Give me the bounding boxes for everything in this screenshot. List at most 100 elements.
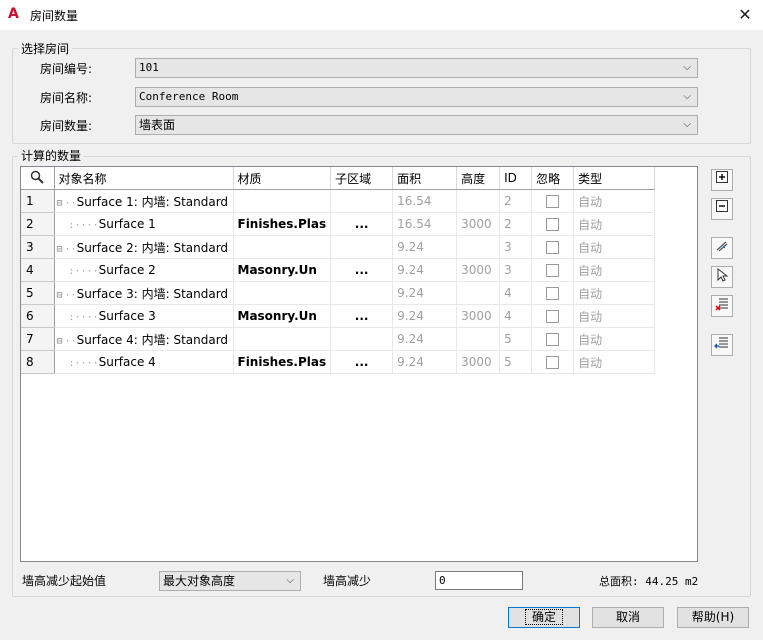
expand-all-button[interactable]: [711, 169, 733, 191]
wall-reduce-label: 墙高减少: [323, 574, 372, 588]
wall-reduce-start-combo[interactable]: 最大对象高度 ⌵: [159, 571, 301, 591]
room-quantity-combo[interactable]: 墙表面 ⌵: [135, 115, 698, 135]
close-button[interactable]: ✕: [731, 4, 759, 26]
row-number[interactable]: 3: [21, 235, 55, 259]
row-number[interactable]: 1: [21, 189, 55, 213]
table-row[interactable]: 7 ⊟ ··Surface 4: 内墙: Standard 9.24 5 自动: [21, 327, 656, 351]
ignore-checkbox[interactable]: [546, 218, 560, 231]
cell-object-name[interactable]: ⊟ ··Surface 1: 内墙: Standard: [54, 189, 234, 213]
table-row[interactable]: 6:····Surface 3 Masonry.Un... 9.24 3000 4 自动: [21, 304, 656, 328]
cell-ignore[interactable]: [531, 281, 575, 305]
cell-subregion[interactable]: ...: [330, 212, 394, 236]
cell-object-name[interactable]: ⊟ ··Surface 2: 内墙: Standard: [54, 235, 234, 259]
col-header-name[interactable]: 对象名称: [54, 167, 234, 190]
insert-row-button[interactable]: [711, 334, 733, 356]
cell-ignore[interactable]: [531, 327, 575, 351]
col-header-type[interactable]: 类型: [573, 167, 656, 190]
cell-object-name[interactable]: :····Surface 2: [54, 258, 234, 282]
quantity-grid[interactable]: 对象名称 材质 子区域 面积 高度 ID 忽略 类型 1 ⊟ ··Surface 1…: [20, 166, 698, 562]
collapse-all-button[interactable]: [711, 198, 733, 220]
table-row[interactable]: 3 ⊟ ··Surface 2: 内墙: Standard 9.24 3 自动: [21, 235, 656, 259]
col-header-material[interactable]: 材质: [233, 167, 332, 190]
cell-material[interactable]: [233, 189, 332, 213]
cell-material[interactable]: Masonry.Un: [233, 258, 332, 282]
col-header-subregion[interactable]: 子区域: [330, 167, 394, 190]
room-quantity-label: 房间数量:: [40, 119, 93, 133]
ignore-checkbox[interactable]: [546, 195, 560, 208]
select-surface-button[interactable]: [711, 237, 733, 259]
cell-ignore[interactable]: [531, 304, 575, 328]
object-name-text: Surface 1: [98, 217, 156, 231]
cell-type: 自动: [573, 350, 656, 374]
ok-button[interactable]: 确定: [508, 607, 580, 628]
tree-line: ··: [64, 197, 77, 209]
row-number[interactable]: 5: [21, 281, 55, 305]
room-number-combo[interactable]: 101 ⌵: [135, 58, 698, 78]
ignore-checkbox[interactable]: [546, 356, 560, 369]
table-row[interactable]: 1 ⊟ ··Surface 1: 内墙: Standard 16.54 2 自动: [21, 189, 656, 213]
ignore-checkbox[interactable]: [546, 264, 560, 277]
pick-object-button[interactable]: [711, 266, 733, 288]
cell-id: 3: [499, 235, 533, 259]
cell-object-name[interactable]: ⊟ ··Surface 3: 内墙: Standard: [54, 281, 234, 305]
cell-material[interactable]: [233, 235, 332, 259]
cell-ignore[interactable]: [531, 258, 575, 282]
collapse-node-icon[interactable]: ⊟: [57, 244, 63, 255]
delete-row-button[interactable]: [711, 295, 733, 317]
cell-ignore[interactable]: [531, 235, 575, 259]
cell-object-name[interactable]: ⊟ ··Surface 4: 内墙: Standard: [54, 327, 234, 351]
ignore-checkbox[interactable]: [546, 333, 560, 346]
row-number[interactable]: 7: [21, 327, 55, 351]
cell-subregion[interactable]: [330, 235, 394, 259]
col-header-height[interactable]: 高度: [456, 167, 501, 190]
row-number[interactable]: 8: [21, 350, 55, 374]
cell-object-name[interactable]: :····Surface 4: [54, 350, 234, 374]
table-row[interactable]: 4:····Surface 2 Masonry.Un... 9.24 3000 3 自动: [21, 258, 656, 282]
search-icon[interactable]: [21, 167, 55, 190]
autocad-logo-icon: A: [8, 6, 19, 22]
wall-reduce-input[interactable]: 0: [435, 571, 523, 590]
collapse-node-icon[interactable]: ⊟: [57, 336, 63, 347]
help-button[interactable]: 帮助(H): [677, 607, 749, 628]
ignore-checkbox[interactable]: [546, 287, 560, 300]
table-row[interactable]: 8:····Surface 4 Finishes.Plas... 9.24 3000 5…: [21, 350, 656, 374]
col-header-id[interactable]: ID: [499, 167, 533, 190]
cell-ignore[interactable]: [531, 212, 575, 236]
cell-type: 自动: [573, 258, 656, 282]
ignore-checkbox[interactable]: [546, 241, 560, 254]
cell-area: 16.54: [392, 212, 458, 236]
col-header-area[interactable]: 面积: [392, 167, 458, 190]
row-number[interactable]: 6: [21, 304, 55, 328]
cell-subregion[interactable]: ...: [330, 258, 394, 282]
cell-subregion[interactable]: [330, 189, 394, 213]
collapse-node-icon[interactable]: ⊟: [57, 198, 63, 209]
cell-material[interactable]: Masonry.Un: [233, 304, 332, 328]
cell-material[interactable]: Finishes.Plas: [233, 212, 332, 236]
collapse-node-icon[interactable]: ⊟: [57, 290, 63, 301]
cell-area: 9.24: [392, 304, 458, 328]
cell-ignore[interactable]: [531, 350, 575, 374]
room-name-combo[interactable]: Conference Room ⌵: [135, 87, 698, 107]
cell-object-name[interactable]: :····Surface 1: [54, 212, 234, 236]
cell-ignore[interactable]: [531, 189, 575, 213]
cell-subregion[interactable]: ...: [330, 304, 394, 328]
cell-material[interactable]: [233, 327, 332, 351]
cell-id: 5: [499, 350, 533, 374]
cell-subregion[interactable]: [330, 281, 394, 305]
cell-subregion[interactable]: ...: [330, 350, 394, 374]
cancel-button[interactable]: 取消: [592, 607, 664, 628]
cell-area: 9.24: [392, 235, 458, 259]
row-number[interactable]: 4: [21, 258, 55, 282]
col-header-ignore[interactable]: 忽略: [531, 167, 575, 190]
chevron-down-icon: ⌵: [683, 91, 691, 102]
table-row[interactable]: 5 ⊟ ··Surface 3: 内墙: Standard 9.24 4 自动: [21, 281, 656, 305]
cell-object-name[interactable]: :····Surface 3: [54, 304, 234, 328]
cell-height: [456, 235, 501, 259]
object-name-text: Surface 2: 内墙: Standard: [76, 240, 229, 255]
ignore-checkbox[interactable]: [546, 310, 560, 323]
cell-material[interactable]: Finishes.Plas: [233, 350, 332, 374]
cell-material[interactable]: [233, 281, 332, 305]
cell-subregion[interactable]: [330, 327, 394, 351]
row-number[interactable]: 2: [21, 212, 55, 236]
table-row[interactable]: 2:····Surface 1 Finishes.Plas... 16.54 3000…: [21, 212, 656, 236]
